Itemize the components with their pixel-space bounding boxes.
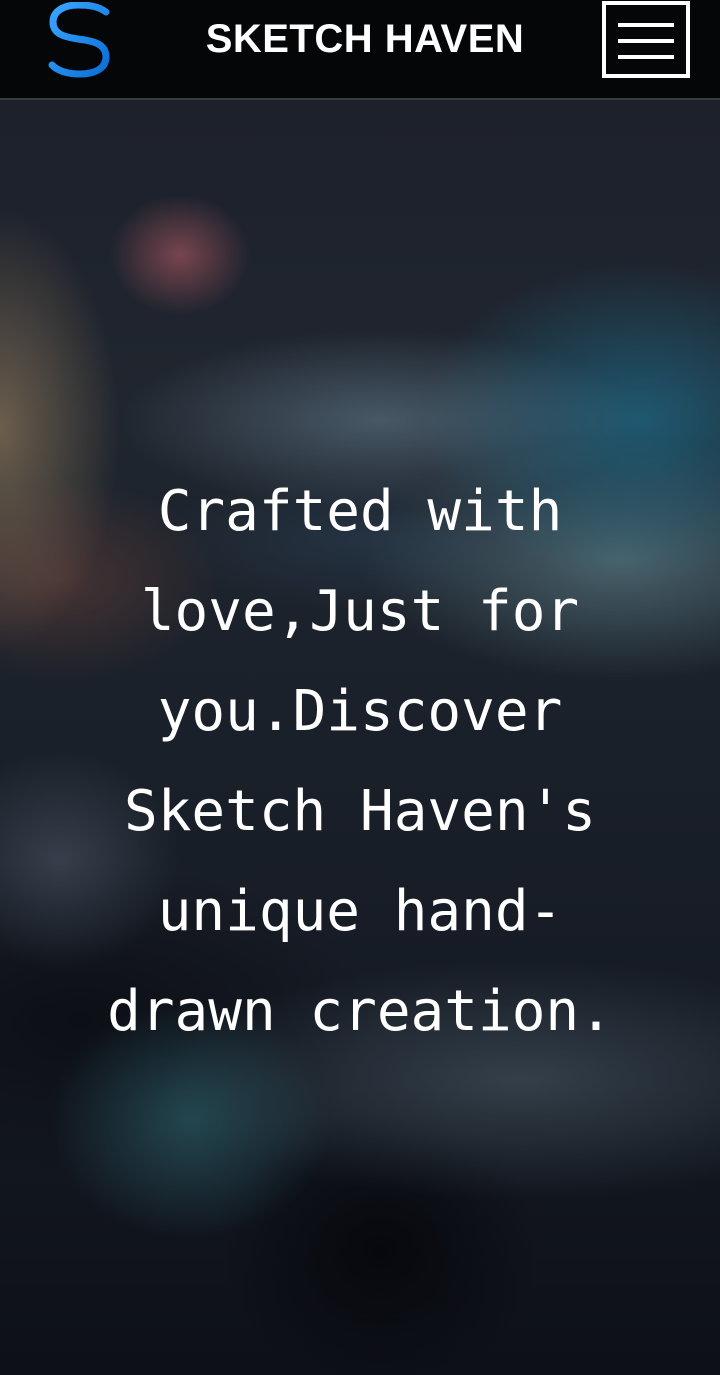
page: SKETCH HAVEN Crafted with love,Just for … [0, 0, 720, 1375]
hamburger-menu-icon [618, 23, 674, 27]
menu-button[interactable] [602, 1, 690, 78]
hero-tagline: Crafted with love,Just for you.Discover … [107, 479, 613, 1044]
site-header: SKETCH HAVEN [0, 0, 720, 100]
site-title[interactable]: SKETCH HAVEN [150, 14, 580, 64]
hamburger-menu-icon [618, 39, 674, 43]
s-logo-icon[interactable] [48, 1, 112, 78]
hamburger-menu-icon [618, 55, 674, 59]
